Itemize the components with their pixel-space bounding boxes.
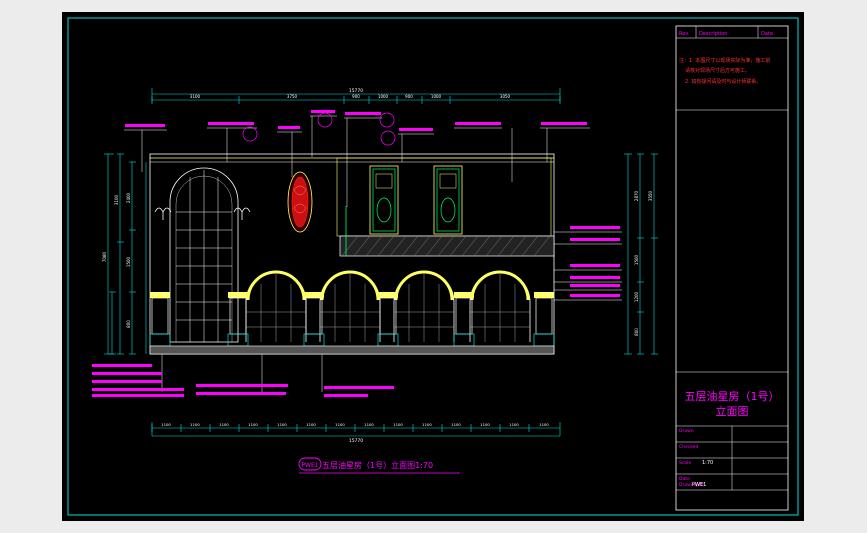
overall-dimension-bottom: 15770 <box>349 438 363 444</box>
left-dim-5: 800 <box>126 320 131 328</box>
left-dim-4: 1500 <box>126 256 131 267</box>
tb-header-desc: Description <box>699 31 727 37</box>
tb-row-checked: Checked <box>679 444 698 450</box>
top-dim-5: 900 <box>405 94 413 99</box>
tall-arched-window <box>169 167 239 343</box>
counter-hatched <box>339 235 555 257</box>
pilasters <box>149 292 555 347</box>
detail-callout-3 <box>379 112 395 128</box>
drawing-title: PWE1 五层油星房（1号）立面图1:70 <box>298 457 460 474</box>
decorative-door-left <box>369 165 399 235</box>
bottom-dim-14: 1100 <box>539 422 549 427</box>
top-dim-1: 3100 <box>190 94 201 99</box>
top-dim-2: 3750 <box>287 94 298 99</box>
right-dim-2: 3550 <box>648 190 653 201</box>
wall-sconce-right <box>233 207 251 220</box>
tb-row-date: Date <box>679 476 690 482</box>
top-dim-3: 900 <box>352 94 360 99</box>
drawing-title-label: 五层油星房（1号）立面图1:70 <box>322 460 433 470</box>
bottom-dim-10: 1100 <box>422 422 432 427</box>
bottom-dim-13: 1100 <box>509 422 519 427</box>
bottom-dim-5: 1100 <box>277 422 287 427</box>
left-dim-1: 7080 <box>102 251 107 262</box>
bottom-annotations <box>92 354 394 397</box>
wall-elevation <box>149 153 555 355</box>
detail-callout-1 <box>242 126 258 142</box>
top-dim-6: 1000 <box>431 94 442 99</box>
bottom-dim-7: 1100 <box>335 422 345 427</box>
project-title-line2: 立面图 <box>716 404 749 418</box>
bottom-dim-4: 1100 <box>248 422 258 427</box>
top-annotation-marks <box>125 110 587 131</box>
bottom-dim-8: 1100 <box>364 422 374 427</box>
tb-note-1: 注：1. 本图尺寸以现场实际为准，施工前 <box>679 57 770 64</box>
top-dim-7: 3050 <box>500 94 511 99</box>
bottom-dim-1: 1100 <box>161 422 171 427</box>
right-dimensions <box>624 153 658 355</box>
tb-header-rev: Rev. <box>679 31 690 37</box>
left-dim-3: 2400 <box>126 192 131 203</box>
right-dim-5: 800 <box>634 328 639 336</box>
bottom-dim-11: 1100 <box>451 422 461 427</box>
right-annotations <box>554 226 622 301</box>
left-dimensions <box>104 153 147 355</box>
right-dim-1: 2870 <box>634 190 639 201</box>
skirting <box>149 345 555 355</box>
arch-row <box>245 270 531 342</box>
elevation-drawing: Rev. Description Date 注：1. 本图尺寸以现场实际为准，施… <box>67 17 799 516</box>
decorative-door-right <box>433 165 463 235</box>
tb-drawing-no: PWE1 <box>692 482 706 488</box>
bottom-dim-12: 1100 <box>480 422 490 427</box>
top-annotations <box>124 115 590 207</box>
outer-frame <box>67 17 799 516</box>
detail-callout-4 <box>380 130 396 146</box>
bottom-dim-2: 1100 <box>190 422 200 427</box>
tb-note-2: 请核对现场尺寸后方可施工。 <box>685 67 750 74</box>
upper-wall-panel <box>336 157 552 237</box>
bottom-dimension-chain <box>151 422 561 437</box>
right-dim-3: 1500 <box>634 254 639 265</box>
callout-tag: PWE1 <box>301 462 318 469</box>
tb-row-drawn: Drawn <box>679 428 694 434</box>
project-title-line1: 五层油星房（1号） <box>685 389 780 403</box>
left-dim-2: 3100 <box>114 194 119 205</box>
tb-header-date: Date <box>761 31 773 37</box>
arch-glazing-grid <box>246 274 530 342</box>
title-block: Rev. Description Date 注：1. 本图尺寸以现场实际为准，施… <box>675 25 789 511</box>
tb-note-3: 2. 如有疑问请及时与设计师联系。 <box>685 78 761 85</box>
top-dim-4: 1000 <box>378 94 389 99</box>
tb-row-scale: Scale <box>679 460 691 466</box>
drawing-sheet: Rev. Description Date 注：1. 本图尺寸以现场实际为准，施… <box>62 12 804 521</box>
bottom-dim-9: 1100 <box>393 422 403 427</box>
red-oval-ornament <box>287 171 313 233</box>
bottom-dim-6: 1100 <box>306 422 316 427</box>
tb-scale-value: 1:70 <box>702 460 713 466</box>
detail-callout-2 <box>317 112 333 128</box>
right-dim-4: 1200 <box>634 291 639 302</box>
bottom-dim-3: 1100 <box>219 422 229 427</box>
wall-sconce-left <box>154 207 172 220</box>
